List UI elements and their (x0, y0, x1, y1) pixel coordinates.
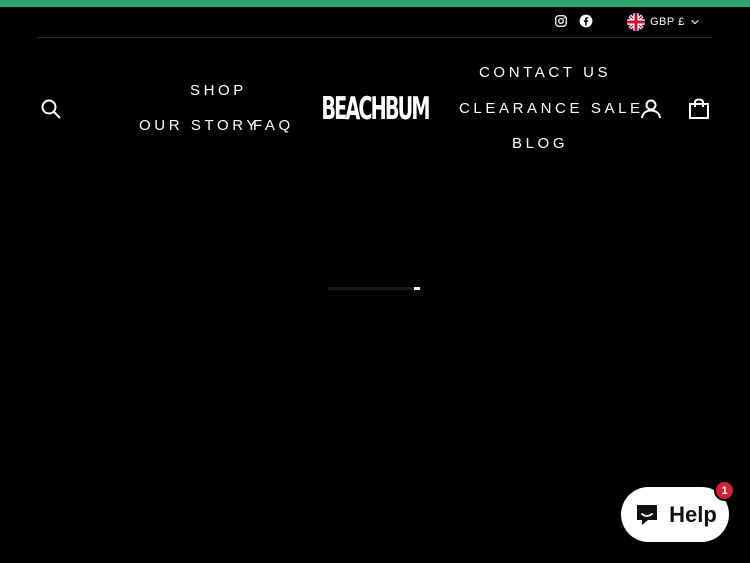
page-loader-fill (414, 287, 420, 290)
nav-faq[interactable]: FAQ (253, 117, 294, 134)
search-button[interactable] (39, 97, 63, 121)
chat-notification-badge: 1 (714, 480, 735, 501)
site-logo[interactable]: BEACHBUM (321, 89, 430, 129)
help-chat-button[interactable]: Help (621, 487, 729, 542)
utility-bar: GBP £ (37, 7, 712, 38)
facebook-link[interactable] (579, 14, 593, 28)
chat-icon (637, 504, 658, 525)
chevron-down-icon (691, 19, 699, 25)
user-icon (641, 99, 661, 119)
nav-contact-us[interactable]: CONTACT US (479, 64, 611, 81)
nav-clearance-sale[interactable]: CLEARANCE SALE (459, 100, 644, 117)
instagram-icon (555, 15, 567, 27)
facebook-icon (579, 14, 593, 28)
search-icon (41, 99, 61, 119)
bag-icon (689, 98, 709, 119)
currency-selector[interactable]: GBP £ (627, 13, 700, 31)
nav-shop[interactable]: SHOP (190, 82, 247, 99)
login-button[interactable] (639, 97, 663, 121)
page-loader (328, 287, 421, 290)
nav-blog[interactable]: BLOG (512, 135, 568, 152)
nav-our-story[interactable]: OUR STORY (139, 117, 260, 134)
cart-button[interactable] (687, 97, 711, 121)
help-chat-label: Help (669, 501, 717, 527)
currency-label: GBP £ (650, 16, 685, 28)
uk-flag-icon (627, 13, 645, 31)
instagram-link[interactable] (554, 14, 568, 28)
announcement-bar (0, 0, 750, 7)
